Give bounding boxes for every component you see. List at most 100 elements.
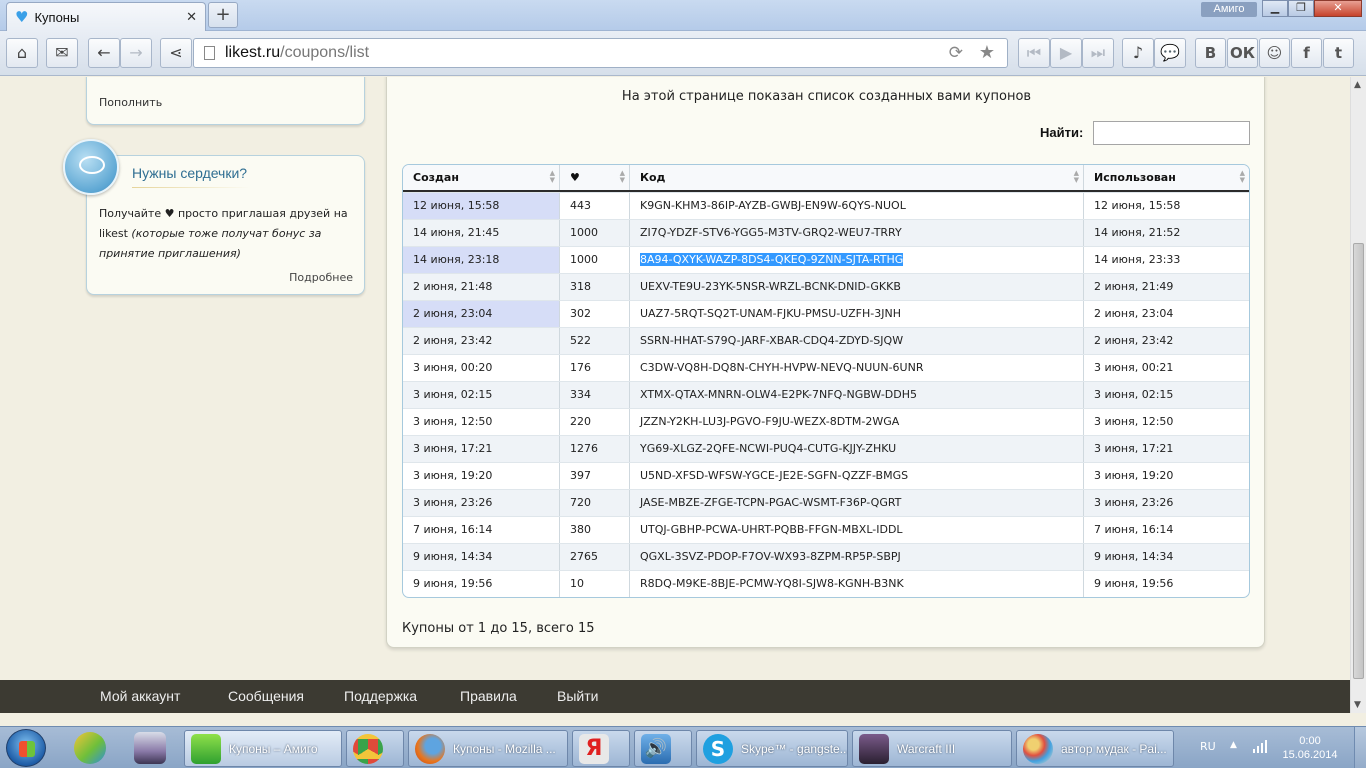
topup-link[interactable]: Пополнить (99, 96, 162, 109)
reload-icon[interactable]: ⟳ (949, 43, 963, 63)
share-icon[interactable]: ⋖ (160, 38, 192, 68)
media-play-icon[interactable]: ▶ (1050, 38, 1082, 68)
odnoklassniki-icon[interactable]: ОК (1227, 38, 1258, 68)
sort-icon: ▲ ▼ (549, 169, 555, 184)
amigo-browser-icon[interactable] (74, 732, 106, 764)
cell-hearts: 2765 (560, 544, 630, 570)
show-desktop-button[interactable] (1354, 727, 1366, 768)
cell-code: XTMX-QTAX-MNRN-OLW4-E2PK-7NFQ-NGBW-DDH5 (630, 382, 1084, 408)
footer-link-support[interactable]: Поддержка (344, 688, 417, 704)
cell-created: 3 июня, 17:21 (403, 436, 560, 462)
music-icon[interactable]: ♪ (1122, 38, 1154, 68)
new-tab-button[interactable]: + (208, 2, 238, 28)
tab-close-icon[interactable]: ✕ (186, 10, 197, 25)
taskbar-item-paint[interactable]: автор мудак - Pai... (1016, 730, 1174, 767)
taskbar-item-chrome[interactable] (346, 730, 404, 767)
cell-hearts: 1000 (560, 220, 630, 246)
minimize-icon[interactable]: ▁ (1262, 0, 1288, 17)
footer-link-logout[interactable]: Выйти (557, 688, 598, 704)
taskbar-item-volume[interactable]: 🔊 (634, 730, 692, 767)
address-bar[interactable]: likest.ru/coupons/list ⟳ ★ (193, 38, 1008, 68)
table-row: 12 июня, 15:58 443 K9GN-KHM3-86IP-AYZB-G… (403, 192, 1249, 219)
cell-created: 2 июня, 21:48 (403, 274, 560, 300)
taskbar-item-warcraft[interactable]: Warcraft III (852, 730, 1012, 767)
column-header-hearts[interactable]: ♥ ▲ ▼ (560, 165, 630, 190)
taskbar-item-skype[interactable]: S Skype™ - gangste... (696, 730, 848, 767)
cell-hearts: 1000 (560, 247, 630, 273)
cell-used: 9 июня, 19:56 (1094, 577, 1174, 590)
cell-used: 3 июня, 02:15 (1094, 388, 1174, 401)
media-next-icon[interactable]: ⏭ (1082, 38, 1114, 68)
browser-toolbar: ⌂ ✉ ← → ⋖ likest.ru/coupons/list ⟳ ★ ⏮ ▶… (0, 31, 1366, 76)
footer-link-account[interactable]: Мой аккаунт (100, 688, 180, 704)
cell-used: 3 июня, 17:21 (1094, 442, 1174, 455)
column-header-created[interactable]: Создан ▲ ▼ (403, 165, 560, 190)
browser-tab-coupons[interactable]: ♥ Купоны ✕ (6, 2, 206, 31)
column-header-label: ♥ (570, 171, 580, 184)
amigo-icon (191, 733, 221, 764)
cell-created: 3 июня, 02:15 (403, 382, 560, 408)
media-previous-icon[interactable]: ⏮ (1018, 38, 1050, 68)
cell-code: ZI7Q-YDZF-STV6-YGG5-M3TV-GRQ2-WEU7-TRRY (630, 220, 1084, 246)
selected-code-text[interactable]: 8A94-QXYK-WAZP-8DS4-QKEQ-9ZNN-SJTA-RTHG (640, 253, 904, 266)
column-header-used[interactable]: Использован ▲ ▼ (1084, 165, 1249, 190)
tray-expand-icon[interactable]: ▲ (1230, 740, 1237, 750)
cell-used: 2 июня, 23:42 (1094, 334, 1174, 347)
table-row: 3 июня, 19:20 397 U5ND-XFSD-WFSW-YGCE-JE… (403, 462, 1249, 489)
skype-icon: S (703, 733, 733, 764)
table-row: 3 июня, 12:50 220 JZZN-Y2KH-LU3J-PGVO-F9… (403, 408, 1249, 435)
bookmark-star-icon[interactable]: ★ (979, 42, 995, 63)
language-indicator[interactable]: RU (1200, 740, 1216, 753)
cell-hearts: 443 (560, 193, 630, 219)
window-close-icon[interactable]: ✕ (1314, 0, 1362, 17)
home-icon[interactable]: ⌂ (6, 38, 38, 68)
back-icon[interactable]: ← (88, 38, 120, 68)
taskbar-item-firefox[interactable]: Купоны - Mozilla ... (408, 730, 568, 767)
footer-link-rules[interactable]: Правила (460, 688, 517, 704)
network-signal-icon[interactable] (1253, 739, 1269, 753)
start-button[interactable] (6, 729, 46, 767)
vkontakte-icon[interactable]: В (1195, 38, 1226, 68)
mail-icon[interactable]: ✉ (46, 38, 78, 68)
page-scrollbar[interactable]: ▲ ▼ (1350, 77, 1366, 713)
moi-mir-icon[interactable]: ☺ (1259, 38, 1290, 68)
cell-used: 3 июня, 19:20 (1094, 469, 1174, 482)
scroll-up-icon[interactable]: ▲ (1354, 80, 1361, 90)
twitter-icon[interactable]: t (1323, 38, 1354, 68)
windows-taskbar: Купоны – Амиго Купоны - Mozilla ... Я 🔊 … (0, 726, 1366, 768)
cell-code: C3DW-VQ8H-DQ8N-CHYH-HVPW-NEVQ-NUUN-6UNR (630, 355, 1084, 381)
chat-icon[interactable]: 💬 (1154, 38, 1186, 68)
forward-icon[interactable]: → (120, 38, 152, 68)
balance-card: ‾ ‾ ‾ Пополнить (86, 77, 365, 125)
system-clock[interactable]: 0:00 15.06.2014 (1278, 734, 1342, 762)
browser-titlebar: ♥ Купоны ✕ + Амиго ▁ ❐ ✕ (0, 0, 1366, 31)
footer-link-messages[interactable]: Сообщения (228, 688, 304, 704)
cell-hearts: 220 (560, 409, 630, 435)
cell-hearts: 302 (560, 301, 630, 327)
game-avatar-icon[interactable] (134, 732, 166, 764)
facebook-icon[interactable]: f (1291, 38, 1322, 68)
scrollbar-thumb[interactable] (1353, 243, 1364, 679)
cell-used: 12 июня, 15:58 (1094, 199, 1181, 212)
cell-created: 3 июня, 00:20 (403, 355, 560, 381)
chrome-icon (353, 733, 383, 764)
cell-hearts: 720 (560, 490, 630, 516)
column-header-label: Код (640, 171, 666, 184)
taskbar-item-yandex[interactable]: Я (572, 730, 630, 767)
cell-used: 7 июня, 16:14 (1094, 523, 1174, 536)
heart-favicon-icon: ♥ (15, 8, 29, 26)
cell-code: SSRN-HHAT-S79Q-JARF-XBAR-CDQ4-ZDYD-SJQW (630, 328, 1084, 354)
partial-text-fragment: ‾ ‾ ‾ (204, 77, 230, 84)
scroll-down-icon[interactable]: ▼ (1354, 700, 1361, 710)
more-link[interactable]: Подробнее (289, 271, 353, 284)
browser-profile-label[interactable]: Амиго (1201, 2, 1257, 17)
cell-hearts: 380 (560, 517, 630, 543)
taskbar-item-amigo[interactable]: Купоны – Амиго (184, 730, 342, 767)
column-header-code[interactable]: Код ▲ ▼ (630, 165, 1084, 190)
cell-created: 14 июня, 23:18 (403, 247, 560, 273)
restore-icon[interactable]: ❐ (1288, 0, 1314, 17)
cell-code: UAZ7-5RQT-SQ2T-UNAM-FJKU-PMSU-UZFH-3JNH (630, 301, 1084, 327)
tab-title: Купоны (34, 9, 80, 25)
search-input[interactable] (1093, 121, 1250, 145)
table-row: 9 июня, 14:34 2765 QGXL-3SVZ-PDOP-F7OV-W… (403, 543, 1249, 570)
